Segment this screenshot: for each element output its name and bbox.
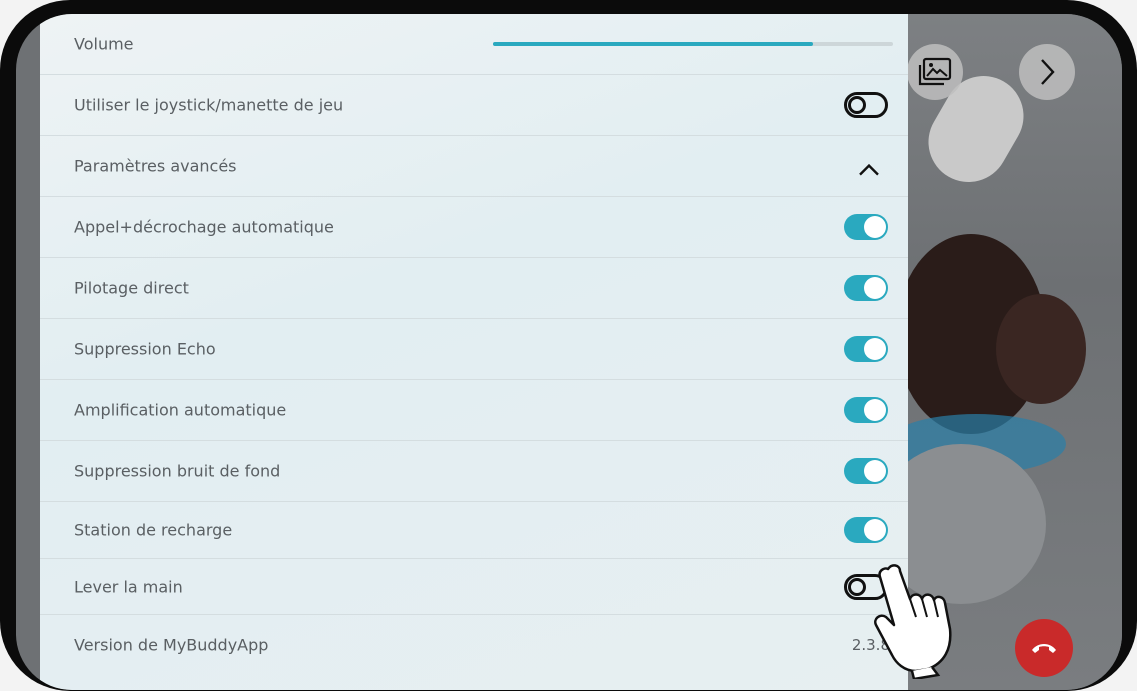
- hand-pointer-icon: [874, 564, 952, 679]
- screen: Volume Utiliser le joystick/manette de j…: [16, 14, 1122, 690]
- direct-drive-toggle[interactable]: [844, 275, 888, 301]
- setting-row-noise[interactable]: Suppression bruit de fond: [40, 441, 908, 502]
- gallery-button[interactable]: [907, 44, 963, 100]
- setting-row-auto-answer[interactable]: Appel+décrochage automatique: [40, 197, 908, 258]
- hangup-button[interactable]: [1015, 619, 1073, 677]
- joystick-toggle[interactable]: [844, 92, 888, 118]
- settings-panel: Volume Utiliser le joystick/manette de j…: [40, 14, 908, 690]
- volume-row: Volume: [40, 14, 908, 75]
- video-shape: [996, 294, 1086, 404]
- auto-answer-toggle[interactable]: [844, 214, 888, 240]
- setting-label: Appel+décrochage automatique: [74, 217, 334, 237]
- setting-label: Pilotage direct: [74, 278, 189, 298]
- setting-label: Amplification automatique: [74, 400, 287, 420]
- phone-hangup-icon: [1032, 644, 1056, 653]
- device-frame: Volume Utiliser le joystick/manette de j…: [0, 0, 1137, 691]
- setting-label: Suppression Echo: [74, 339, 216, 359]
- setting-label: Lever la main: [74, 577, 183, 596]
- echo-toggle[interactable]: [844, 336, 888, 362]
- setting-label: Paramètres avancés: [74, 156, 237, 176]
- setting-row-echo[interactable]: Suppression Echo: [40, 319, 908, 380]
- setting-label: Station de recharge: [74, 520, 233, 540]
- charging-station-toggle[interactable]: [844, 517, 888, 543]
- setting-row-amplification[interactable]: Amplification automatique: [40, 380, 908, 441]
- setting-label: Utiliser le joystick/manette de jeu: [74, 95, 344, 115]
- setting-row-advanced[interactable]: Paramètres avancés: [40, 136, 908, 197]
- setting-label: Suppression bruit de fond: [74, 461, 281, 481]
- version-row: Version de MyBuddyApp 2.3.8: [40, 615, 908, 675]
- noise-toggle[interactable]: [844, 458, 888, 484]
- volume-slider-fill: [493, 42, 813, 46]
- next-button[interactable]: [1019, 44, 1075, 100]
- setting-row-direct-drive[interactable]: Pilotage direct: [40, 258, 908, 319]
- volume-label: Volume: [74, 34, 134, 54]
- setting-row-charging-station[interactable]: Station de recharge: [40, 502, 908, 559]
- chevron-right-icon: [1041, 59, 1055, 85]
- setting-row-joystick[interactable]: Utiliser le joystick/manette de jeu: [40, 75, 908, 136]
- volume-slider[interactable]: [493, 42, 893, 46]
- setting-row-raise-hand[interactable]: Lever la main: [40, 559, 908, 615]
- image-gallery-icon: [918, 57, 952, 86]
- amplification-toggle[interactable]: [844, 397, 888, 423]
- chevron-up-icon[interactable]: [856, 161, 882, 179]
- version-label: Version de MyBuddyApp: [74, 635, 269, 655]
